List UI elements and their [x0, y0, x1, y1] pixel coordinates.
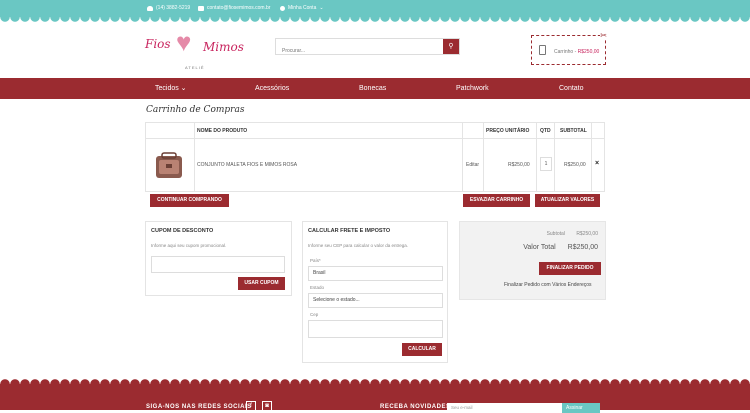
newsletter-subscribe-button[interactable]: Assinar [562, 403, 600, 413]
main-nav: Tecidos ⌄ Acessórios Bonecas Patchwork C… [0, 78, 750, 99]
newsletter-email-input[interactable]: Seu e-mail [447, 403, 562, 413]
edit-link[interactable]: Editar [466, 162, 479, 168]
newsletter-label: RECEBA NOVIDADES [380, 404, 451, 410]
continue-shopping-button[interactable]: CONTINUAR COMPRANDO [150, 194, 229, 207]
multi-address-checkout-link[interactable]: Finalizar Pedido com Vários Endereços [504, 282, 592, 288]
phone-text: (14) 3882-5219 [156, 5, 191, 11]
coupon-panel: CUPOM DE DESCONTO Informe aqui seu cupom… [145, 221, 292, 296]
nav-item-acessorios[interactable]: Acessórios [255, 78, 289, 99]
heart-icon: ♥ [176, 27, 192, 57]
phone-contact: (14) 3882-5219 [147, 5, 190, 11]
remove-item-button[interactable]: × [595, 160, 599, 167]
table-row: CONJUNTO MALETA FIOS E MIMOS ROSA Editar… [146, 140, 604, 191]
shopping-bag-icon [539, 45, 546, 55]
site-header: Fios ♥ Mimos ATELIÊ ⚲ Carrinho - R$250,0… [0, 22, 750, 78]
site-footer: SIGA-NOS NAS REDES SOCIAIS f ◙ RECEBA NO… [0, 384, 750, 413]
top-bar: (14) 3882-5219 contato@fiosemimos.com.br… [0, 0, 750, 17]
social-label: SIGA-NOS NAS REDES SOCIAIS [146, 404, 252, 410]
unit-price: R$250,00 [508, 162, 530, 168]
nav-item-patchwork[interactable]: Patchwork [456, 78, 489, 99]
shipping-panel: CALCULAR FRETE E IMPOSTO Informe seu CEP… [302, 221, 448, 363]
product-name[interactable]: CONJUNTO MALETA FIOS E MIMOS ROSA [197, 162, 297, 168]
mini-cart[interactable]: Carrinho - R$250,00 ✂ [531, 31, 607, 65]
total-label: Valor Total [523, 244, 556, 251]
logo-word-fios: Fios [145, 37, 171, 51]
header-product-name: NOME DO PRODUTO [197, 128, 248, 134]
total-line: Valor Total R$250,00 [523, 244, 598, 251]
mini-cart-amount: R$250,00 [577, 49, 600, 55]
search-button[interactable]: ⚲ [443, 39, 459, 54]
zip-input[interactable] [308, 320, 443, 338]
site-logo[interactable]: Fios ♥ Mimos ATELIÊ [145, 27, 244, 72]
account-menu[interactable]: Minha Conta ⌄ [280, 5, 324, 11]
logo-word-mimos: Mimos [203, 40, 244, 54]
search-bar: ⚲ [275, 38, 460, 59]
header-qty: QTD [540, 128, 551, 134]
quantity-input[interactable]: 1 [540, 157, 552, 171]
state-select[interactable]: Selecione o estado... [308, 293, 443, 308]
subtotal-value: R$250,00 [576, 231, 598, 237]
mini-cart-summary: Carrinho - R$250,00 [554, 49, 599, 55]
subtotal-line: Subtotal R$250,00 [547, 231, 598, 237]
email-text[interactable]: contato@fiosemimos.com.br [207, 5, 270, 11]
shipping-description: Informe seu CEP para calcular o valor da… [308, 243, 408, 248]
cart-table: NOME DO PRODUTO PREÇO UNITÁRIO QTD SUBTO… [145, 122, 605, 192]
coupon-input[interactable] [151, 256, 285, 273]
coupon-description: Informe aqui seu cupom promocional. [151, 243, 227, 248]
shipping-title: CALCULAR FRETE E IMPOSTO [308, 228, 391, 234]
logo-subtitle: ATELIÊ [185, 65, 205, 70]
email-contact[interactable]: contato@fiosemimos.com.br [198, 5, 270, 11]
page-title: Carrinho de Compras [146, 105, 245, 115]
update-values-button[interactable]: ATUALIZAR VALORES [535, 194, 600, 207]
product-thumbnail[interactable] [153, 152, 187, 182]
header-unit-price: PREÇO UNITÁRIO [486, 128, 530, 134]
envelope-icon [198, 5, 204, 11]
user-icon [280, 5, 285, 11]
country-select[interactable]: Brasil [308, 266, 443, 281]
subtotal-label: Subtotal [546, 231, 565, 237]
scissors-icon: ✂ [600, 31, 607, 40]
account-label[interactable]: Minha Conta [288, 5, 316, 11]
header-subtotal: SUBTOTAL [560, 128, 587, 134]
row-subtotal: R$250,00 [564, 162, 586, 168]
checkout-button[interactable]: FINALIZAR PEDIDO [539, 262, 601, 275]
mini-cart-label: Carrinho - [554, 49, 577, 55]
zip-label: Cep [310, 312, 319, 317]
calculate-shipping-button[interactable]: CALCULAR [402, 343, 442, 356]
nav-item-contato[interactable]: Contato [559, 78, 584, 99]
chevron-down-icon: ⌄ [319, 5, 324, 11]
coupon-title: CUPOM DE DESCONTO [151, 228, 214, 234]
search-input[interactable] [276, 43, 436, 59]
nav-item-bonecas[interactable]: Bonecas [359, 78, 386, 99]
totals-panel: Subtotal R$250,00 Valor Total R$250,00 F… [459, 221, 606, 300]
total-value: R$250,00 [567, 244, 598, 251]
nav-item-tecidos[interactable]: Tecidos ⌄ [155, 78, 187, 99]
empty-cart-button[interactable]: ESVAZIAR CARRINHO [463, 194, 530, 207]
search-icon: ⚲ [448, 43, 454, 50]
apply-coupon-button[interactable]: USAR CUPOM [238, 277, 285, 290]
country-label: País* [310, 258, 321, 263]
state-label: Estado [310, 285, 325, 290]
phone-icon [147, 5, 153, 11]
